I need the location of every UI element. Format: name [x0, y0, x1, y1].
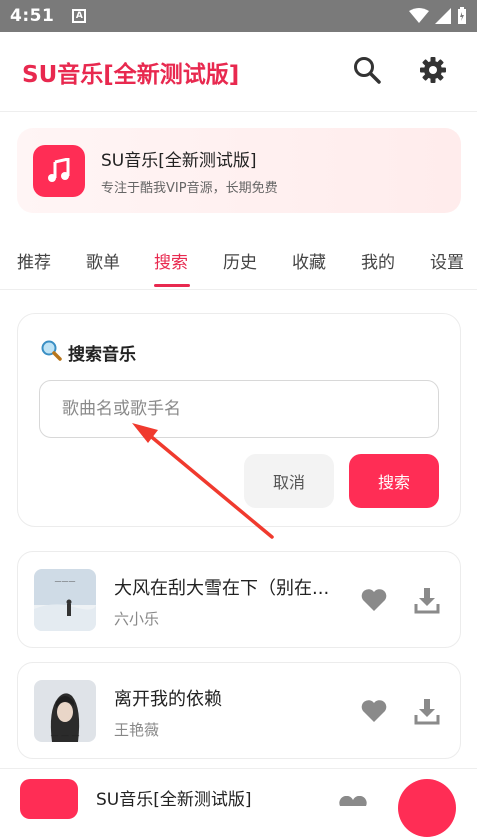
search-card: 搜索音乐 取消 搜索: [17, 313, 461, 527]
tab-history[interactable]: 历史: [223, 248, 257, 273]
album-cover: ———: [34, 569, 96, 631]
cancel-button[interactable]: 取消: [244, 454, 334, 508]
album-cover: — — —: [34, 680, 96, 742]
wifi-icon: [409, 8, 429, 23]
svg-text:— — —: — — —: [50, 731, 79, 740]
player-cover: [20, 779, 78, 819]
song-title: 离开我的依赖: [114, 689, 222, 710]
search-heading: 搜索音乐: [68, 345, 136, 365]
status-time: 4:51: [10, 6, 55, 26]
gear-icon[interactable]: [419, 56, 447, 88]
banner-description: 专注于酷我VIP音源，长期免费: [101, 180, 278, 196]
download-icon[interactable]: [413, 586, 441, 618]
song-artist: 六小乐: [114, 610, 160, 628]
player-title: SU音乐[全新测试版]: [96, 790, 252, 810]
app-bar: SU音乐[全新测试版]: [0, 32, 477, 112]
search-input[interactable]: [39, 380, 439, 438]
song-title: 大风在刮大雪在下（别在...: [114, 578, 330, 599]
song-list-item[interactable]: ——— 大风在刮大雪在下（别在... 六小乐: [17, 551, 461, 648]
download-icon[interactable]: [413, 697, 441, 729]
app-title: SU音乐[全新测试版]: [22, 61, 240, 88]
signal-icon: [435, 8, 451, 24]
heart-icon[interactable]: [361, 588, 387, 616]
battery-icon: [458, 7, 466, 24]
heart-icon[interactable]: [361, 699, 387, 727]
status-icons: [409, 7, 467, 25]
play-button[interactable]: [398, 779, 456, 837]
tab-bar: 推荐 歌单 搜索 历史 收藏 我的 设置: [0, 236, 477, 290]
tab-favorites[interactable]: 收藏: [292, 248, 326, 273]
tab-recommend[interactable]: 推荐: [17, 248, 51, 273]
active-tab-indicator: [154, 284, 190, 287]
heart-icon[interactable]: [338, 791, 368, 810]
status-bar: 4:51 A: [0, 0, 477, 32]
search-button[interactable]: 搜索: [349, 454, 439, 508]
music-note-icon: [33, 144, 85, 197]
search-icon[interactable]: [353, 56, 381, 88]
banner-title: SU音乐[全新测试版]: [101, 150, 257, 171]
notification-a-icon: A: [72, 9, 87, 23]
magnifier-icon: [40, 339, 62, 366]
mini-player[interactable]: SU音乐[全新测试版]: [0, 768, 477, 837]
song-artist: 王艳薇: [114, 721, 160, 739]
tab-mine[interactable]: 我的: [361, 248, 395, 273]
svg-text:———: ———: [55, 577, 76, 585]
tab-playlists[interactable]: 歌单: [86, 248, 120, 273]
song-list-item[interactable]: — — — 离开我的依赖 王艳薇: [17, 662, 461, 759]
tab-search[interactable]: 搜索: [154, 248, 188, 273]
tab-settings[interactable]: 设置: [430, 248, 464, 273]
app-banner: SU音乐[全新测试版] 专注于酷我VIP音源，长期免费: [17, 128, 461, 213]
